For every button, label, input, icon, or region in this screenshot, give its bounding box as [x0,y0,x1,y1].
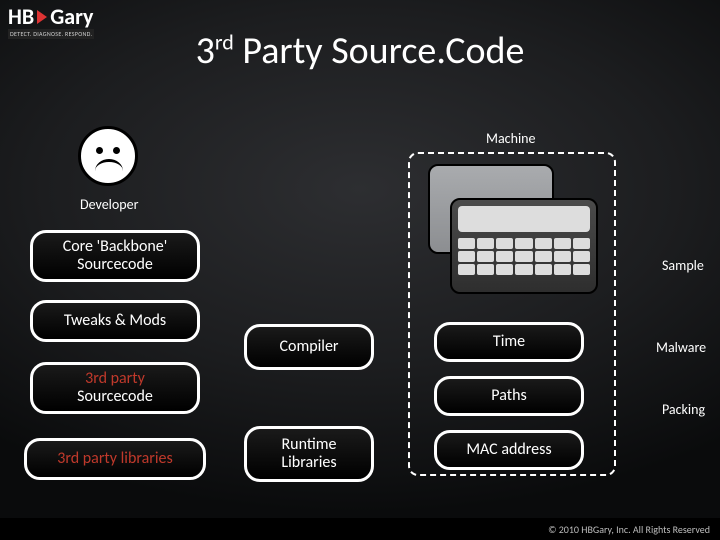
developer-label: Developer [80,196,138,213]
logo-gary-text: Gary [50,6,93,28]
logo-main: HB Gary [8,6,93,28]
logo-triangle-icon [37,10,47,24]
runtime-l1: Runtime [281,436,336,454]
sample-label: Sample [662,257,704,274]
third-party-libs-box: 3rd party libraries [24,438,206,480]
runtime-l2: Libraries [281,454,336,472]
logo-hb-text: HB [8,6,34,28]
title-sup: rd [215,28,234,55]
third-party-l1: 3rd party [77,370,153,388]
core-backbone-box: Core 'Backbone' Sourcecode [30,230,200,282]
third-party-source-box: 3rd party Sourcecode [30,362,200,414]
third-party-libs-label: 3rd party libraries [57,450,173,468]
mac-label: MAC address [466,441,551,459]
mac-box: MAC address [434,430,584,470]
device-front-icon [450,198,598,294]
time-label: Time [493,333,525,351]
paths-box: Paths [434,376,584,416]
developer-face-icon [78,126,138,186]
paths-label: Paths [491,387,526,405]
third-party-l2: Sourcecode [77,388,153,406]
copyright-text: © 2010 HBGary, Inc. All Rights Reserved [548,523,710,536]
tweaks-label: Tweaks & Mods [64,312,166,330]
machine-label: Machine [486,130,536,147]
time-box: Time [434,322,584,362]
compiler-box: Compiler [244,324,374,370]
compiler-label: Compiler [279,338,338,356]
malware-label: Malware [656,339,706,356]
title-pre: 3 [196,28,215,74]
footer-bar: © 2010 HBGary, Inc. All Rights Reserved [0,518,720,540]
title-post: Party Source.Code [234,28,525,74]
core-backbone-l1: Core 'Backbone' [63,238,168,256]
core-backbone-l2: Sourcecode [63,256,168,274]
packing-label: Packing [662,401,705,418]
runtime-libs-box: Runtime Libraries [244,426,374,482]
page-title: 3rd Party Source.Code [0,28,720,74]
tweaks-box: Tweaks & Mods [30,300,200,342]
